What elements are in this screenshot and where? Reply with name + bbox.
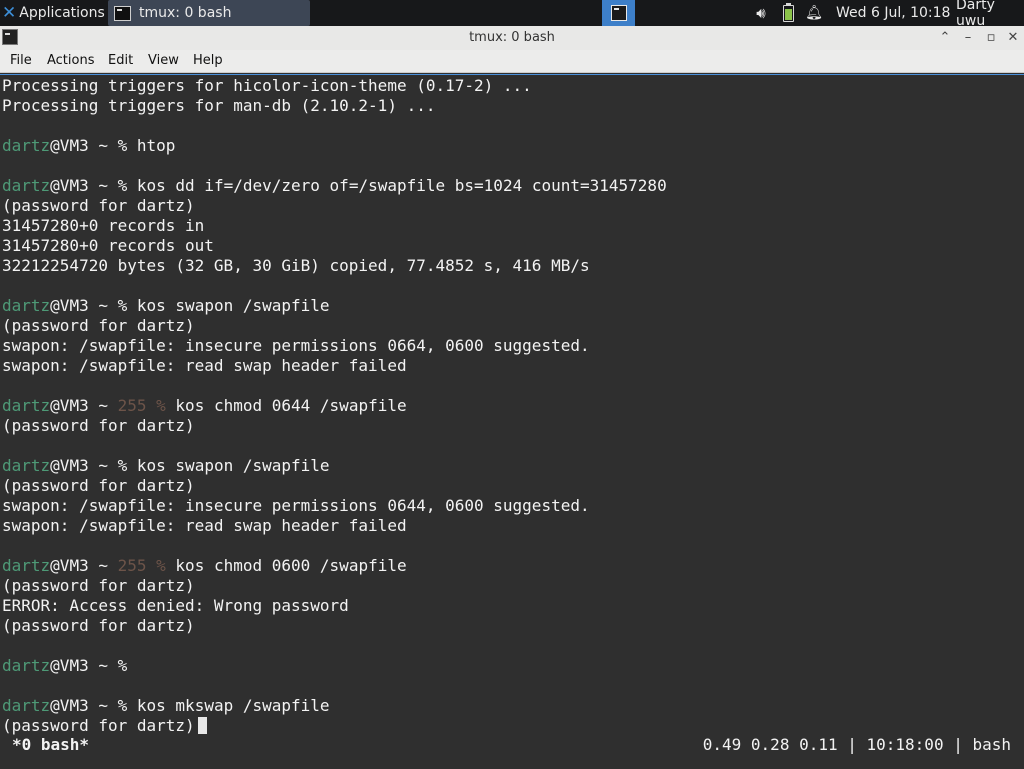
terminal-line: swapon: /swapfile: insecure permissions … (2, 336, 590, 355)
taskbar-item-label: tmux: 0 bash (139, 5, 232, 21)
prompt-host: @VM3 ~ (50, 456, 118, 475)
prompt-line: dartz@VM3 ~ % kos swapon /swapfile (2, 296, 330, 316)
menu-help[interactable]: Help (193, 53, 223, 68)
battery-icon (782, 2, 794, 22)
volume-icon[interactable]: 🔊︎ (752, 0, 770, 26)
user-menu[interactable]: Darty uwu (956, 0, 1024, 29)
prompt-line: dartz@VM3 ~ % kos dd if=/dev/zero of=/sw… (2, 176, 667, 196)
prompt-line: dartz@VM3 ~ % kos mkswap /swapfile (2, 696, 330, 716)
prompt-line: dartz@VM3 ~ % htop (2, 136, 175, 156)
terminal-line: Processing triggers for man-db (2.10.2-1… (2, 96, 436, 115)
prompt-symbol: % (117, 136, 128, 155)
prompt-host: @VM3 ~ (50, 296, 118, 315)
prompt-symbol: % (117, 656, 128, 675)
terminal-line: (password for dartz) (2, 316, 195, 335)
command-text: kos dd if=/dev/zero of=/swapfile bs=1024… (136, 176, 667, 195)
prompt-line: dartz@VM3 ~ % kos swapon /swapfile (2, 456, 330, 476)
prompt-user: dartz (2, 296, 51, 315)
terminal-line: 32212254720 bytes (32 GB, 30 GiB) copied… (2, 256, 590, 275)
command-text: kos swapon /swapfile (136, 456, 330, 475)
prompt-symbol: % (117, 456, 128, 475)
prompt-host: @VM3 ~ (50, 176, 118, 195)
applications-menu-button[interactable]: ✕ Applications (0, 0, 108, 26)
prompt-symbol: % (117, 696, 128, 715)
prompt-host: @VM3 ~ (50, 556, 118, 575)
prompt-host: @VM3 ~ (50, 396, 118, 415)
prompt-user: dartz (2, 656, 51, 675)
terminal-line: swapon: /swapfile: read swap header fail… (2, 516, 407, 535)
terminal-line: swapon: /swapfile: read swap header fail… (2, 356, 407, 375)
terminal-line: (password for dartz) (2, 476, 195, 495)
prompt-host: @VM3 ~ (50, 696, 118, 715)
menu-edit[interactable]: Edit (108, 53, 133, 68)
window-titlebar[interactable]: tmux: 0 bash ⌃ – ▫ ✕ (0, 26, 1024, 51)
chevron-up-icon[interactable]: ⌃ (935, 28, 955, 48)
maximize-icon[interactable]: ▫ (981, 28, 1001, 48)
command-text: kos chmod 0644 /swapfile (175, 396, 407, 415)
menu-file[interactable]: File (10, 53, 32, 68)
input-line[interactable]: (password for dartz) (2, 716, 207, 736)
prompt-line: dartz@VM3 ~ % (2, 656, 127, 676)
terminal-line: ERROR: Access denied: Wrong password (2, 596, 349, 615)
terminal-line: (password for dartz) (2, 716, 195, 735)
prompt-host: @VM3 ~ (50, 136, 118, 155)
prompt-user: dartz (2, 696, 51, 715)
prompt-user: dartz (2, 456, 51, 475)
xfce-logo-icon: ✕ (2, 3, 17, 23)
minimize-icon[interactable]: – (958, 28, 978, 48)
tmux-window-label[interactable]: *0 bash* (12, 735, 89, 755)
top-panel: ✕ Applications tmux: 0 bash 🔊︎ 🔔︎ Wed 6 … (0, 0, 1024, 29)
tmux-status-right: 0.49 0.28 0.11 | 10:18:00 | bash (702, 735, 1011, 754)
terminal-icon (114, 5, 131, 21)
terminal-line: (password for dartz) (2, 576, 195, 595)
clock[interactable]: Wed 6 Jul, 10:18 (836, 0, 950, 26)
prompt-line: dartz@VM3 ~ 255 % kos chmod 0644 /swapfi… (2, 396, 407, 416)
prompt-user: dartz (2, 136, 51, 155)
prompt-user: dartz (2, 176, 51, 195)
terminal-line: (password for dartz) (2, 196, 195, 215)
battery-indicator[interactable] (780, 0, 796, 26)
workspace-icon (610, 5, 627, 21)
terminal-line: Processing triggers for hicolor-icon-the… (2, 76, 532, 95)
command-text: kos mkswap /swapfile (136, 696, 330, 715)
terminal-line: 31457280+0 records out (2, 236, 214, 255)
command-text: kos swapon /swapfile (136, 296, 330, 315)
terminal-line: (password for dartz) (2, 616, 195, 635)
text-cursor (197, 717, 207, 734)
workspace-switcher[interactable] (602, 0, 635, 26)
menu-actions[interactable]: Actions (47, 53, 95, 68)
prompt-exit-code: 255 % (117, 556, 166, 575)
terminal-line: 31457280+0 records in (2, 216, 205, 235)
bell-icon[interactable]: 🔔︎ (805, 0, 823, 26)
command-text: kos chmod 0600 /swapfile (175, 556, 407, 575)
window-title: tmux: 0 bash (469, 30, 555, 45)
prompt-line: dartz@VM3 ~ 255 % kos chmod 0600 /swapfi… (2, 556, 407, 576)
prompt-user: dartz (2, 396, 51, 415)
terminal-line: swapon: /swapfile: insecure permissions … (2, 496, 590, 515)
terminal-line: (password for dartz) (2, 416, 195, 435)
prompt-symbol: % (117, 176, 128, 195)
prompt-user: dartz (2, 556, 51, 575)
prompt-symbol: % (117, 296, 128, 315)
taskbar-item-tmux[interactable]: tmux: 0 bash (108, 0, 310, 26)
applications-label: Applications (19, 5, 105, 21)
terminal-area[interactable]: Processing triggers for hicolor-icon-the… (0, 74, 1024, 769)
menu-view[interactable]: View (148, 53, 179, 68)
prompt-host: @VM3 ~ (50, 656, 118, 675)
prompt-exit-code: 255 % (117, 396, 166, 415)
command-text: htop (136, 136, 176, 155)
close-icon[interactable]: ✕ (1003, 28, 1023, 48)
menu-bar: File Actions Edit View Help (0, 50, 1024, 73)
